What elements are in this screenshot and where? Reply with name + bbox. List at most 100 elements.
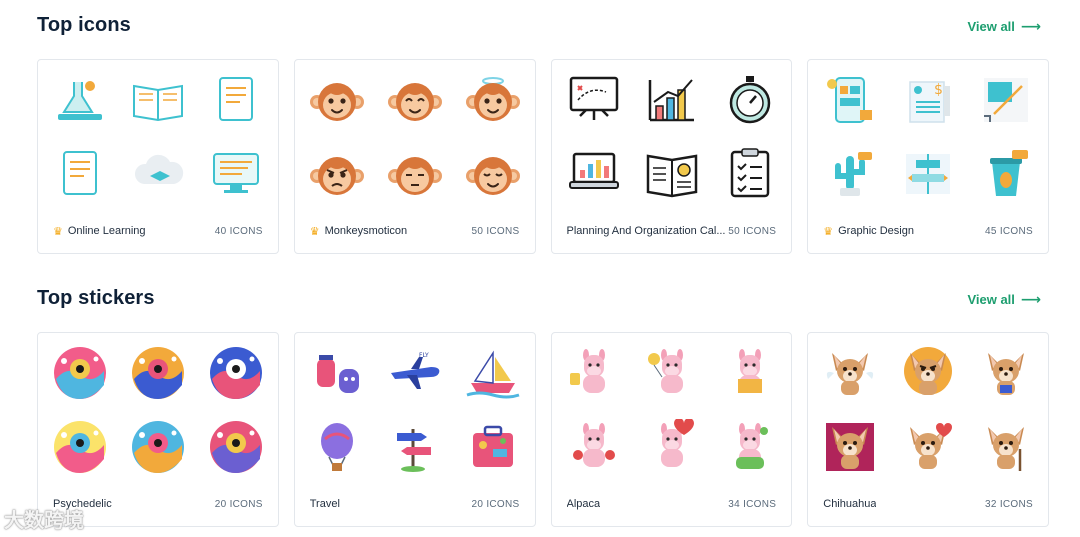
chihuahua-old-icon xyxy=(978,419,1034,475)
watermark-text: 大数跨境 xyxy=(4,510,84,532)
crown-icon: ♛ xyxy=(53,225,63,238)
collection-card[interactable]: Alpaca 34 ICONS xyxy=(550,332,793,527)
alpaca-thumbs-icon xyxy=(566,345,622,401)
card-footer: Chihuahua 32 ICONS xyxy=(823,496,1033,512)
preview-grid xyxy=(309,72,521,202)
collection-name-label: Alpaca xyxy=(566,498,601,510)
alpaca-boxing-icon xyxy=(566,419,622,475)
growth-chart-icon xyxy=(644,72,700,128)
cloud-cap-icon xyxy=(130,146,186,202)
collection-name[interactable]: ♛ Graphic Design xyxy=(823,225,914,238)
card-footer: ♛ Online Learning 40 ICONS xyxy=(53,223,263,239)
collection-name[interactable]: ♛ Online Learning xyxy=(53,225,146,238)
top-icons-header: Top icons View all ⟶ xyxy=(37,14,1049,44)
chihuahua-angry-icon xyxy=(900,345,956,401)
collection-name-label: Online Learning xyxy=(67,225,146,237)
top-stickers-section: Top stickers View all ⟶ Psychedelic 20 IC… xyxy=(37,287,1049,527)
icon-count: 32 ICONS xyxy=(985,498,1033,510)
view-all-label: View all xyxy=(967,292,1015,307)
invoice-icon: $ xyxy=(900,72,956,128)
monkey-smile-icon xyxy=(309,72,365,128)
cactus-icon xyxy=(822,146,878,202)
watermark-logo: 大数跨境 xyxy=(4,504,84,533)
top-icons-cards: ♛ Online Learning 40 ICONS ♛ Monkeysmoti… xyxy=(37,59,1049,254)
psychedelic-box-icon xyxy=(130,419,186,475)
preview-grid xyxy=(566,72,778,202)
question-doc-icon xyxy=(52,146,108,202)
collection-name[interactable]: Planning And Organization Cal... xyxy=(567,225,726,237)
top-stickers-header: Top stickers View all ⟶ xyxy=(37,287,1049,317)
icon-count: 20 ICONS xyxy=(471,498,520,510)
alpaca-heartbreak-icon xyxy=(644,419,700,475)
card-footer: ♛ Graphic Design 45 ICONS xyxy=(823,223,1033,239)
suitcase-icon xyxy=(465,419,521,475)
collection-card[interactable]: ♛ Monkeysmoticon 50 ICONS xyxy=(293,59,536,254)
icon-count: 50 ICONS xyxy=(728,225,777,237)
checklist-icon xyxy=(722,146,778,202)
arrow-right-icon: ⟶ xyxy=(1020,291,1041,307)
report-book-icon xyxy=(644,146,700,202)
collection-card[interactable]: Psychedelic 20 ICONS xyxy=(37,332,279,527)
hot-air-balloon-icon xyxy=(309,419,365,475)
preview-grid xyxy=(52,72,264,202)
lantern-bag-icon xyxy=(309,345,365,401)
computer-doc-icon xyxy=(208,146,264,202)
chihuahua-love-icon xyxy=(900,419,956,475)
crown-icon: ♛ xyxy=(309,225,320,238)
stopwatch-icon xyxy=(722,72,778,128)
monkey-angry-icon xyxy=(309,146,365,202)
card-footer: Travel 20 ICONS xyxy=(310,496,520,512)
collection-name[interactable]: Alpaca xyxy=(567,498,601,510)
card-footer: Psychedelic 20 ICONS xyxy=(53,496,263,512)
preview-grid xyxy=(566,345,778,475)
icon-count: 45 ICONS xyxy=(985,225,1033,237)
chihuahua-poster-icon xyxy=(822,419,878,475)
icon-count: 40 ICONS xyxy=(214,225,263,237)
view-all-label: View all xyxy=(967,19,1015,34)
preview-grid xyxy=(822,345,1034,475)
icon-count: 34 ICONS xyxy=(728,498,777,510)
preview-grid: FLY xyxy=(309,345,521,475)
monkey-sleepy-icon xyxy=(465,146,521,202)
collection-card[interactable]: FLY Travel 20 ICONS xyxy=(293,332,536,527)
card-footer: Alpaca 34 ICONS xyxy=(567,496,777,512)
psychedelic-cup-icon xyxy=(52,419,108,475)
preview-grid: $ xyxy=(822,72,1034,202)
top-stickers-view-all-link[interactable]: View all ⟶ xyxy=(967,291,1041,308)
monkey-meh-icon xyxy=(387,146,443,202)
psychedelic-eye-icon xyxy=(208,345,264,401)
collection-name[interactable]: ♛ Monkeysmoticon xyxy=(310,225,407,238)
chihuahua-happy-icon xyxy=(978,345,1034,401)
crown-icon: ♛ xyxy=(823,225,834,238)
collection-card[interactable]: $ ♛ Graphic Design 45 ICONS xyxy=(807,59,1049,254)
top-icons-section: Top icons View all ⟶ ♛ Online Learning 40 … xyxy=(37,14,1049,254)
collection-card[interactable]: Planning And Organization Cal... 50 ICONS xyxy=(550,59,793,254)
collection-name-label: Chihuahua xyxy=(823,498,877,510)
monkey-angel-icon xyxy=(465,72,521,128)
alpaca-balloon-icon xyxy=(644,345,700,401)
card-footer: ♛ Monkeysmoticon 50 ICONS xyxy=(310,223,520,239)
preview-grid xyxy=(52,345,264,475)
card-footer: Planning And Organization Cal... 50 ICONS xyxy=(567,223,777,239)
collection-name[interactable]: Travel xyxy=(310,498,340,510)
airplane-icon: FLY xyxy=(387,345,443,401)
align-tool-icon xyxy=(900,146,956,202)
coffee-cup-icon xyxy=(978,146,1034,202)
book-wifi-icon xyxy=(130,72,186,128)
top-stickers-cards: Psychedelic20 ICONS FLY Travel 20 ICONS xyxy=(37,332,1049,527)
top-stickers-title: Top stickers xyxy=(37,287,155,309)
top-icons-view-all-link[interactable]: View all ⟶ xyxy=(967,18,1041,35)
collection-card[interactable]: ♛ Online Learning 40 ICONS xyxy=(37,59,279,254)
svg-text:FLY: FLY xyxy=(419,352,429,359)
psychedelic-hand-icon xyxy=(52,345,108,401)
collection-name[interactable]: Chihuahua xyxy=(823,498,876,510)
psychedelic-face-icon xyxy=(130,345,186,401)
collection-name-label: Monkeysmoticon xyxy=(324,225,408,237)
alpaca-bubbles-icon xyxy=(722,419,778,475)
icon-count: 20 ICONS xyxy=(214,498,263,510)
laptop-chart-icon xyxy=(566,146,622,202)
collection-card[interactable]: Chihuahua 32 ICONS xyxy=(807,332,1049,527)
flask-icon xyxy=(52,72,108,128)
collection-name-label: Planning And Organization Cal... xyxy=(566,225,726,237)
certificate-icon xyxy=(208,72,264,128)
